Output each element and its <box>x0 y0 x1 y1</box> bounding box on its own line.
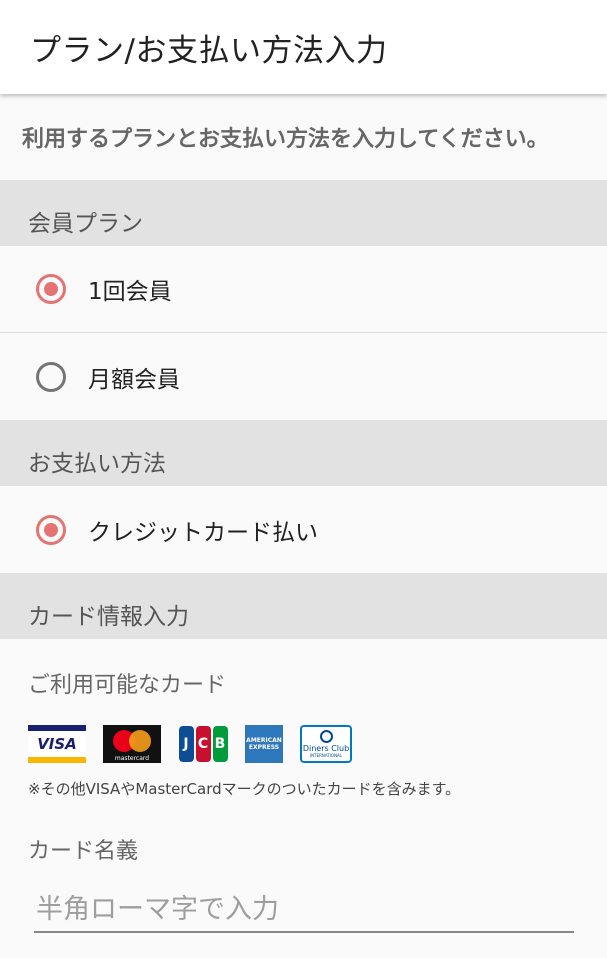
payment-option-label: クレジットカード払い <box>88 519 318 546</box>
payment-option-credit-card[interactable]: クレジットカード払い <box>0 486 607 573</box>
jcb-j-tile: J <box>178 726 194 762</box>
plan-options: 1回会員 月額会員 <box>0 246 607 420</box>
amex-logo-icon: AMERICAN EXPRESS <box>245 725 283 763</box>
card-brand-logos: VISA mastercard J C B AMERICAN EXPRESS D… <box>28 725 607 763</box>
payment-options: クレジットカード払い <box>0 486 607 573</box>
page-title: プラン/お支払い方法入力 <box>30 32 388 69</box>
visa-logo-icon: VISA <box>28 725 86 763</box>
diners-ring-icon <box>319 730 333 743</box>
card-note: ※その他VISAやMasterCardマークのついたカードを含みます。 <box>28 780 461 798</box>
radio-checked-icon[interactable] <box>36 514 66 545</box>
jcb-c-tile: C <box>195 726 211 762</box>
mastercard-orange-circle <box>129 730 151 752</box>
app-bar: プラン/お支払い方法入力 <box>0 0 607 94</box>
mastercard-logo-icon: mastercard <box>103 725 161 763</box>
radio-checked-icon[interactable] <box>36 274 66 304</box>
jcb-b-tile: B <box>212 726 228 762</box>
card-section-header: カード情報入力 <box>0 573 607 639</box>
radio-unchecked-icon[interactable] <box>36 361 66 392</box>
visa-logo-text: VISA <box>37 735 77 753</box>
mastercard-logo-text: mastercard <box>114 755 150 762</box>
diners-logo-text: Diners Club <box>302 744 350 753</box>
payment-section-header: お支払い方法 <box>0 420 607 486</box>
diners-logo-subtext: INTERNATIONAL <box>309 753 343 758</box>
card-holder-label: カード名義 <box>28 839 139 864</box>
amex-logo-text: AMERICAN EXPRESS <box>246 737 282 751</box>
jcb-logo-icon: J C B <box>178 725 228 763</box>
intro-text: 利用するプランとお支払い方法を入力してください。 <box>0 94 607 180</box>
plan-option-label: 月額会員 <box>88 366 180 393</box>
plan-option-label: 1回会員 <box>88 279 172 305</box>
plan-option-monthly[interactable]: 月額会員 <box>0 333 607 420</box>
plan-section-header: 会員プラン <box>0 180 607 246</box>
plan-option-single[interactable]: 1回会員 <box>0 246 607 333</box>
card-info-form: ご利用可能なカード VISA mastercard J C B AMERICAN… <box>0 639 607 933</box>
card-holder-name-input[interactable] <box>34 887 574 933</box>
diners-club-logo-icon: Diners Club INTERNATIONAL <box>300 725 352 763</box>
available-cards-label: ご利用可能なカード <box>28 673 227 698</box>
